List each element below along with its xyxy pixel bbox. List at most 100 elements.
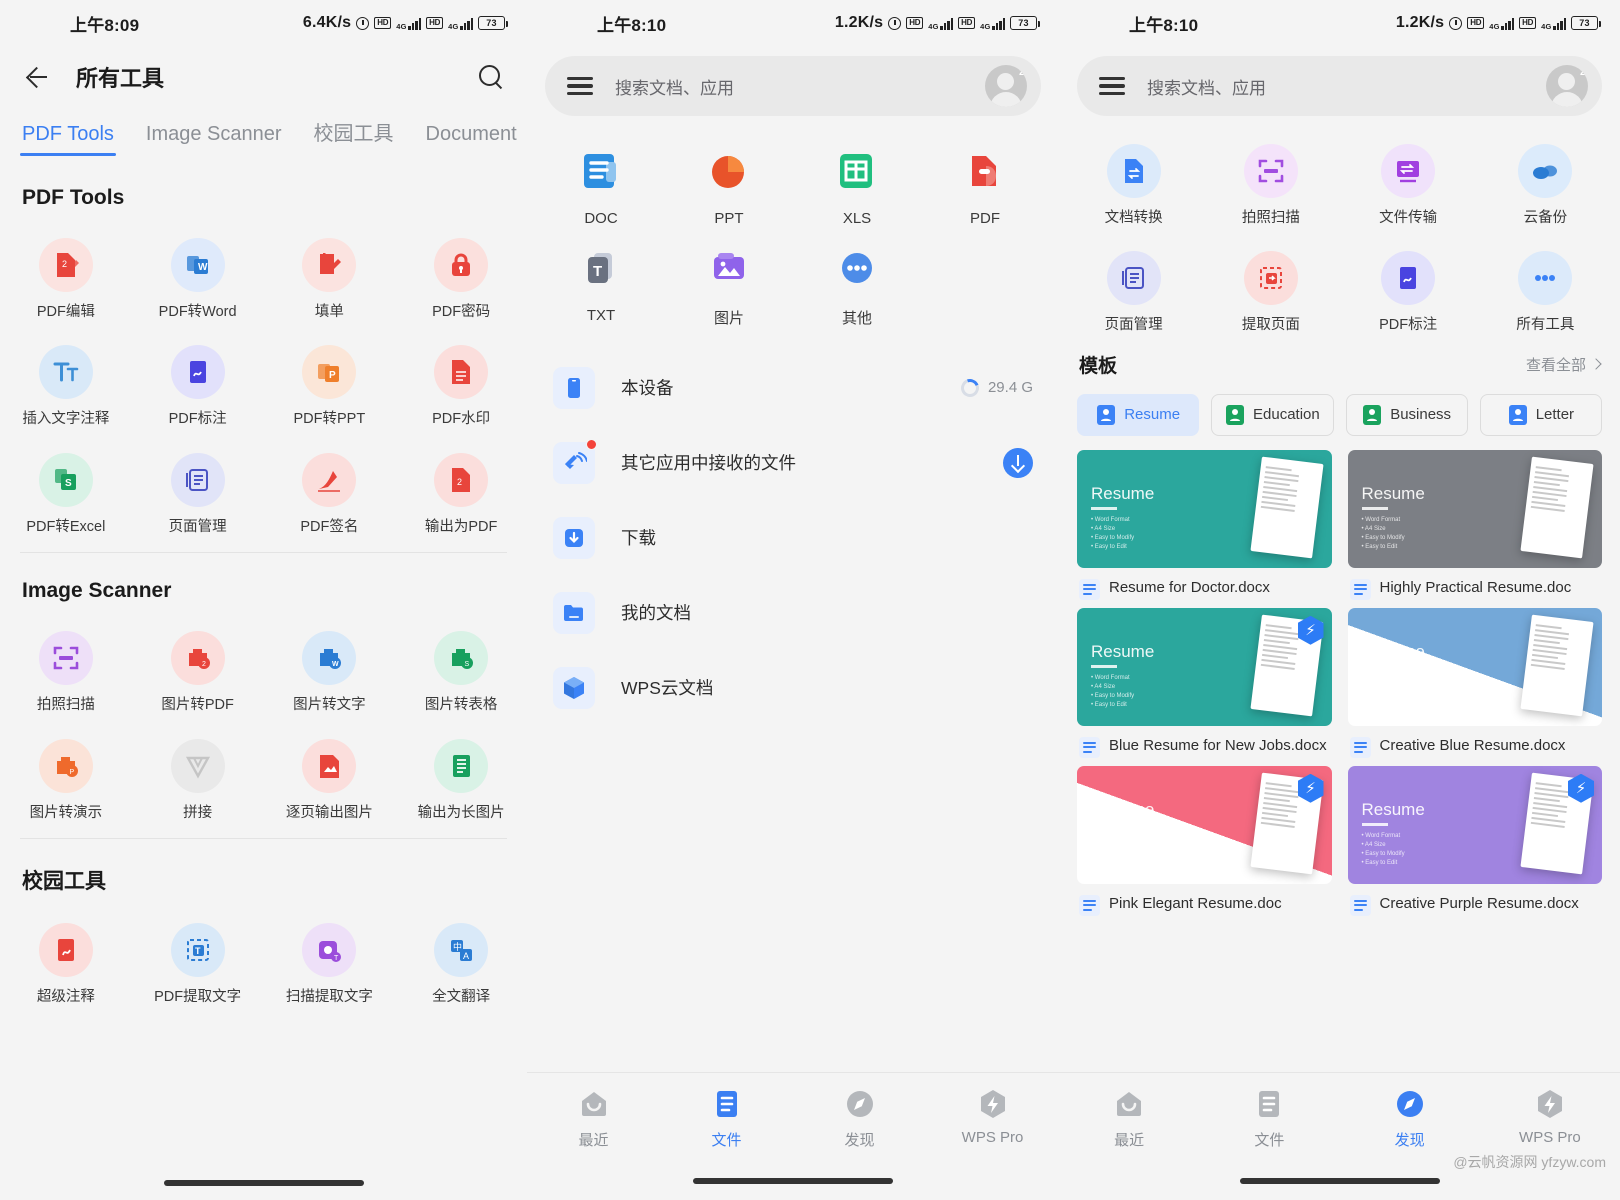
view-all-button[interactable]: 查看全部	[1525, 354, 1602, 375]
tool-item[interactable]: PDF水印	[395, 321, 527, 428]
tool-item[interactable]: P 图片转演示	[0, 715, 132, 822]
tool-label: 插入文字注释	[22, 411, 110, 428]
tool-item[interactable]: W 图片转文字	[264, 607, 396, 714]
doc-type-item[interactable]: DOC	[537, 130, 665, 227]
quick-tool-item[interactable]: 拍照扫描	[1202, 120, 1339, 227]
tool-label: 逐页输出图片	[285, 804, 373, 821]
tool-item[interactable]: 拼接	[132, 715, 264, 822]
file-location-row[interactable]: 我的文档	[527, 575, 1059, 650]
doc-type-item[interactable]: XLS	[793, 130, 921, 227]
file-location-row[interactable]: 下载	[527, 500, 1059, 575]
search-bar[interactable]: 搜索文档、应用 z	[1077, 56, 1602, 116]
quick-tool-item[interactable]: PDF标注	[1340, 227, 1477, 334]
template-chip[interactable]: Letter	[1479, 393, 1602, 436]
nav-item-files[interactable]: 文件	[1199, 1073, 1339, 1165]
search-input[interactable]: 搜索文档、应用	[1147, 74, 1266, 99]
template-card[interactable]: Resume • Word Format • A4 Size • Easy to Mo…	[1077, 765, 1332, 916]
tool-item[interactable]: 2 PDF编辑	[0, 214, 132, 321]
stitch-icon	[170, 738, 225, 793]
doc-type-item[interactable]: T TXT	[537, 227, 665, 328]
svg-text:T: T	[593, 263, 602, 280]
nav-item-recent[interactable]: 最近	[1059, 1073, 1199, 1165]
alarm-icon	[888, 16, 902, 30]
tool-item[interactable]: 2 图片转PDF	[132, 607, 264, 714]
doc-type-item[interactable]: 其他	[793, 227, 921, 328]
template-name: Highly Practical Resume.doc	[1379, 578, 1572, 596]
template-card[interactable]: Resume • Word Format • A4 Size • Easy to Mo…	[1347, 449, 1602, 600]
tool-item[interactable]: S PDF转Excel	[0, 429, 132, 536]
tool-item[interactable]: PDF标注	[132, 321, 264, 428]
template-card[interactable]: Resume • Word Format • A4 Size • Easy to Mo…	[1077, 449, 1332, 600]
tool-label: PDF标注	[168, 411, 227, 428]
download-button[interactable]	[1003, 447, 1033, 478]
tool-item[interactable]: 填单	[264, 214, 396, 321]
template-chip[interactable]: Business	[1345, 393, 1468, 436]
file-location-row[interactable]: WPS云文档	[527, 650, 1059, 725]
hamburger-icon[interactable]	[1099, 76, 1125, 96]
doc-file-icon	[1349, 578, 1371, 600]
tool-item[interactable]: PDF密码	[395, 214, 527, 321]
avatar[interactable]: z	[985, 65, 1027, 107]
doc-file-icon	[1349, 736, 1371, 758]
tool-item[interactable]: 拍照扫描	[0, 607, 132, 714]
page-manage-icon	[170, 452, 225, 507]
template-card[interactable]: Resume • Word Format • A4 Size • Easy to Mo…	[1347, 765, 1602, 916]
template-chip[interactable]: Resume	[1077, 393, 1200, 436]
doc-type-label: PDF	[970, 210, 1000, 227]
tab-document[interactable]: Document	[410, 108, 527, 160]
translate-icon: 中A	[434, 922, 489, 977]
tool-item[interactable]: 页面管理	[132, 429, 264, 536]
tab-image-scanner[interactable]: Image Scanner	[130, 108, 298, 160]
doc-type-label: TXT	[586, 307, 616, 324]
quick-tool-item[interactable]: 文件传输	[1340, 120, 1477, 227]
tool-item[interactable]: 输出为长图片	[395, 715, 527, 822]
signal-icon-1: 4G	[1489, 17, 1515, 30]
tab-校园工具[interactable]: 校园工具	[298, 108, 410, 160]
svg-text:T: T	[195, 946, 201, 956]
file-location-row[interactable]: 本设备 29.4 G	[527, 350, 1059, 425]
recent-icon	[577, 1087, 611, 1121]
tool-item[interactable]: S 图片转表格	[395, 607, 527, 714]
quick-tool-item[interactable]: 页面管理	[1065, 227, 1202, 334]
template-card[interactable]: Resume • Word Format • A4 Size • Easy to Mo…	[1077, 607, 1332, 758]
nav-item-discover[interactable]: 发现	[793, 1073, 926, 1165]
tool-item[interactable]: 逐页输出图片	[264, 715, 396, 822]
tool-item[interactable]: 中 A 全文翻译	[395, 899, 527, 1006]
tool-item[interactable]: P PDF转PPT	[264, 321, 396, 428]
search-icon[interactable]	[477, 63, 505, 91]
quick-tool-item[interactable]: 文档转换	[1065, 120, 1202, 227]
pdf-edit-icon: 2	[38, 238, 93, 292]
search-input[interactable]: 搜索文档、应用	[615, 74, 734, 99]
tool-item[interactable]: 插入文字注释	[0, 321, 132, 428]
tool-item[interactable]: 2 输出为PDF	[395, 429, 527, 536]
template-chip[interactable]: Education	[1211, 393, 1334, 436]
tool-item[interactable]: T PDF提取文字	[132, 899, 264, 1006]
tool-item[interactable]: PDF签名	[264, 429, 396, 536]
back-arrow-icon[interactable]	[22, 62, 52, 92]
avatar[interactable]: z	[1546, 65, 1588, 107]
doc-type-item[interactable]: 图片	[665, 227, 793, 328]
search-bar[interactable]: 搜索文档、应用 z	[545, 56, 1041, 116]
svg-text:W: W	[198, 262, 208, 273]
template-thumbnail: Resume • Word Format • A4 Size • Easy to Mo…	[1347, 765, 1602, 884]
quick-tool-item[interactable]: 提取页面	[1202, 227, 1339, 334]
hamburger-icon[interactable]	[567, 76, 593, 96]
nav-item-wps-pro[interactable]: WPS Pro	[926, 1073, 1059, 1165]
file-location-row[interactable]: 其它应用中接收的文件	[527, 425, 1059, 500]
nav-item-files[interactable]: 文件	[660, 1073, 793, 1165]
doc-type-item[interactable]: PDF	[921, 130, 1049, 227]
watermark-icon	[434, 345, 489, 400]
doc-type-item[interactable]: PPT	[665, 130, 793, 227]
view-all-label: 查看全部	[1525, 356, 1586, 374]
app-bar: 所有工具	[0, 46, 527, 108]
tool-item[interactable]: W PDF转Word	[132, 214, 264, 321]
more-dots-icon	[834, 245, 880, 291]
tool-item[interactable]: 超级注释	[0, 899, 132, 1006]
tab-pdf-tools[interactable]: PDF Tools	[6, 108, 130, 160]
tool-item[interactable]: T 扫描提取文字	[264, 899, 396, 1006]
quick-tool-item[interactable]: 云备份	[1477, 120, 1614, 227]
quick-tool-item[interactable]: 所有工具	[1477, 227, 1614, 334]
home-indicator	[693, 1178, 893, 1184]
template-card[interactable]: Resume • Word Format • A4 Size • Easy to Mo…	[1347, 607, 1602, 758]
nav-item-recent[interactable]: 最近	[527, 1073, 660, 1165]
